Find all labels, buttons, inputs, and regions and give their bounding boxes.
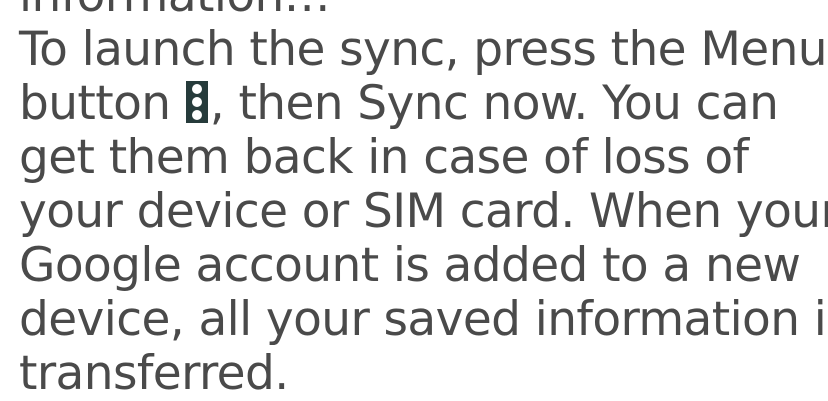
menu-icon: [185, 81, 208, 123]
text-segment: , then Sync now. You can: [209, 76, 779, 131]
text-line: get them back in case of loss of: [19, 130, 749, 185]
text-line-with-icon: button , then Sync now. You can: [19, 77, 824, 131]
text-line: Google account is added to a new: [19, 238, 801, 293]
text-line: To launch the sync, press the Menu: [19, 22, 828, 77]
text-segment: button: [19, 76, 185, 131]
text-line: your device or SIM card. When your: [19, 184, 828, 239]
help-paragraph: information… To launch the sync, press t…: [19, 0, 828, 401]
text-line: transferred.: [19, 346, 289, 401]
text-line: device, all your saved information is: [19, 292, 828, 347]
text-line-partial: information…: [19, 0, 824, 23]
